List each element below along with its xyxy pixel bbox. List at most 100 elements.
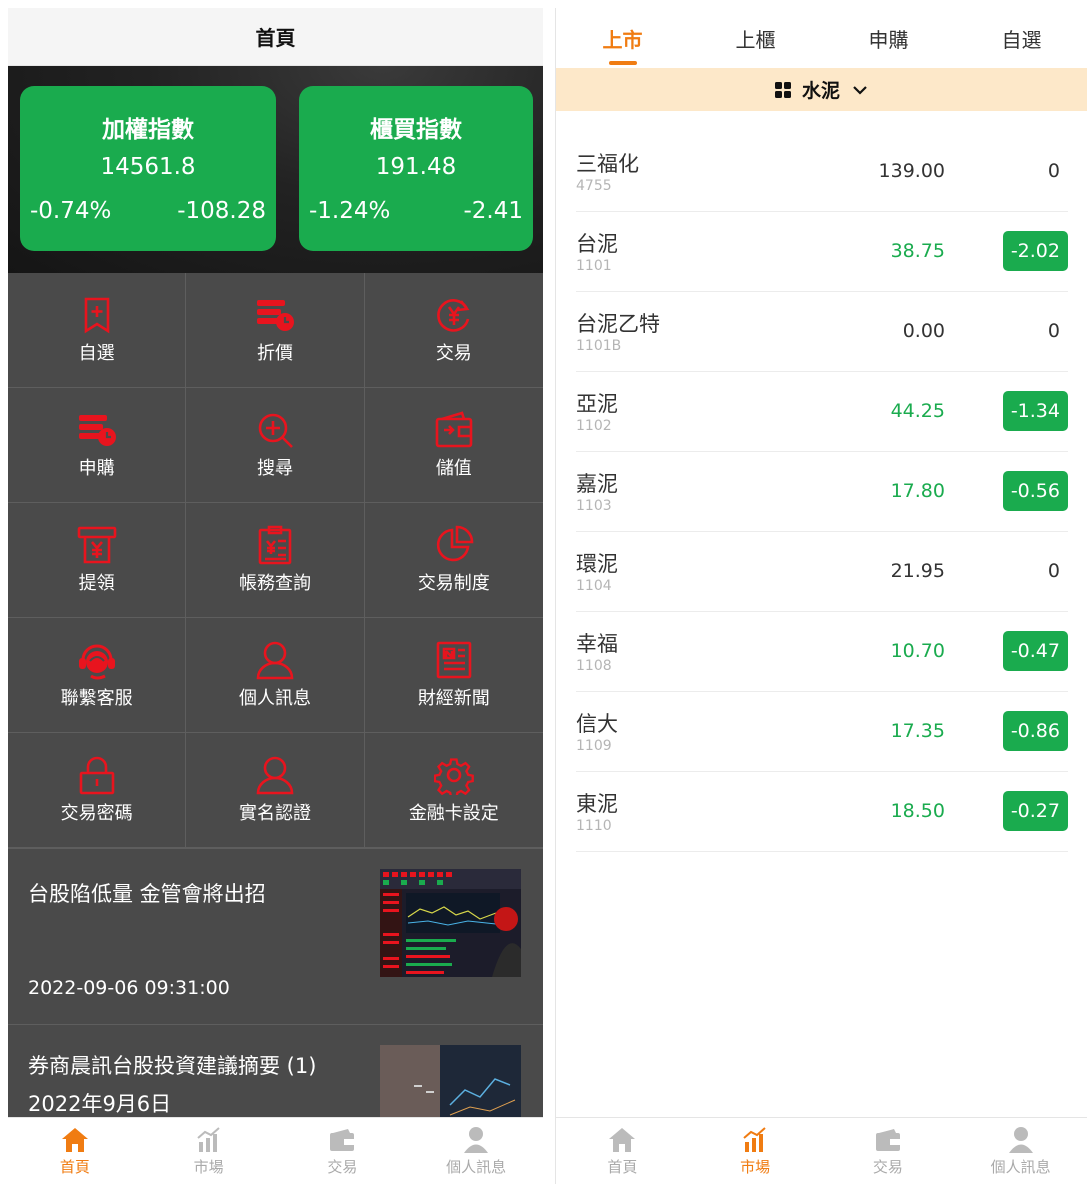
tab-profile[interactable]: 個人訊息 xyxy=(954,1118,1087,1184)
market-screen: 上市 上櫃 申購 自選 水泥 三福化 4755 139.00 0 台泥 1101 38.75… xyxy=(555,8,1087,1184)
wallet-icon xyxy=(875,1128,900,1151)
tab-market[interactable]: 市場 xyxy=(689,1118,822,1184)
stock-name: 台泥 xyxy=(576,232,618,256)
stock-name: 亞泥 xyxy=(576,392,618,416)
stock-row[interactable]: 幸福 1108 10.70 -0.47 xyxy=(576,612,1068,692)
stock-price: 18.50 xyxy=(890,800,945,822)
index-value: 14561.8 xyxy=(100,154,196,180)
stock-change-badge: -0.47 xyxy=(1002,631,1068,671)
news-thumbnail xyxy=(380,869,521,977)
menu-customer-service[interactable]: 聯繫客服 xyxy=(8,618,187,733)
stock-row[interactable]: 環泥 1104 21.95 0 xyxy=(576,532,1068,612)
menu-label: 搜尋 xyxy=(256,458,293,479)
stock-row[interactable]: 東泥 1110 18.50 -0.27 xyxy=(576,772,1068,852)
menu-label: 儲值 xyxy=(435,458,472,479)
menu-discount[interactable]: 折價 xyxy=(186,273,365,388)
index-change: -108.28 xyxy=(177,198,266,224)
menu-trading-rules[interactable]: 交易制度 xyxy=(364,503,543,618)
lock-icon xyxy=(79,756,114,795)
stock-change-badge: -0.56 xyxy=(1002,471,1068,511)
tab-home[interactable]: 首頁 xyxy=(8,1118,142,1184)
yen-refresh-icon xyxy=(436,299,470,332)
menu-real-name-verify[interactable]: 實名認證 xyxy=(186,733,365,848)
stock-row[interactable]: 台泥 1101 38.75 -2.02 xyxy=(576,212,1068,292)
index-name: 加權指數 xyxy=(102,117,194,143)
tab-label: 個人訊息 xyxy=(446,1157,507,1176)
menu-search[interactable]: 搜尋 xyxy=(186,388,365,503)
stock-row[interactable]: 嘉泥 1103 17.80 -0.56 xyxy=(576,452,1068,532)
function-grid: 自選 折價 交易 申購 搜尋 儲值 提領 帳務查詢 交易制度 聯繫客服 個人訊息… xyxy=(8,273,543,848)
home-screen: 首頁 加權指數 14561.8 -0.74% -108.28 櫃買指數 191.… xyxy=(8,8,543,1184)
tab-trade[interactable]: 交易 xyxy=(822,1118,955,1184)
statement-icon xyxy=(258,525,292,565)
stock-name: 幸福 xyxy=(576,632,618,656)
market-tabs: 上市 上櫃 申購 自選 xyxy=(556,8,1087,68)
menu-label: 交易 xyxy=(435,343,472,364)
news-item[interactable]: 券商晨訊台股投資建議摘要 (1) 2022年9月6日 xyxy=(8,1024,543,1125)
bottom-tabbar: 首頁 市場 交易 個人訊息 xyxy=(8,1117,543,1184)
menu-label: 個人訊息 xyxy=(238,688,311,709)
stock-code: 1104 xyxy=(576,578,612,594)
menu-withdraw[interactable]: 提領 xyxy=(8,503,187,618)
stock-price: 139.00 xyxy=(878,160,945,182)
index-card-taiex[interactable]: 加權指數 14561.8 -0.74% -108.28 xyxy=(20,86,276,251)
index-banner: 加權指數 14561.8 -0.74% -108.28 櫃買指數 191.48 … xyxy=(8,66,543,273)
stock-change-badge: -0.86 xyxy=(1002,711,1068,751)
subscribe-stack-icon xyxy=(78,415,116,446)
menu-trade[interactable]: 交易 xyxy=(364,273,543,388)
menu-finance-news[interactable]: 財經新聞 xyxy=(364,618,543,733)
menu-label: 交易制度 xyxy=(417,573,490,594)
tab-market[interactable]: 市場 xyxy=(142,1118,276,1184)
news-headline: 台股陷低量 金管會將出招 xyxy=(28,882,266,906)
menu-label: 帳務查詢 xyxy=(238,573,311,594)
menu-label: 申購 xyxy=(78,458,115,479)
tab-label: 市場 xyxy=(740,1157,771,1176)
menu-deposit[interactable]: 儲值 xyxy=(364,388,543,503)
menu-bank-card-settings[interactable]: 金融卡設定 xyxy=(364,733,543,848)
stock-change-badge: 0 xyxy=(1047,560,1060,582)
stock-change-badge: 0 xyxy=(1047,320,1060,342)
wallet-icon xyxy=(330,1128,355,1151)
stock-price: 44.25 xyxy=(890,400,945,422)
stock-row[interactable]: 台泥乙特 1101B 0.00 0 xyxy=(576,292,1068,372)
index-percent: -0.74% xyxy=(30,198,112,224)
tab-trade[interactable]: 交易 xyxy=(276,1118,410,1184)
menu-label: 聯繫客服 xyxy=(60,688,133,709)
menu-profile[interactable]: 個人訊息 xyxy=(186,618,365,733)
menu-subscribe[interactable]: 申購 xyxy=(8,388,187,503)
stock-code: 1110 xyxy=(576,818,612,834)
stock-code: 1101 xyxy=(576,258,612,274)
stock-code: 1109 xyxy=(576,738,612,754)
stock-name: 信大 xyxy=(576,712,618,736)
tab-profile[interactable]: 個人訊息 xyxy=(409,1118,543,1184)
news-item[interactable]: 台股陷低量 金管會將出招 2022-09-06 09:31:00 xyxy=(8,848,543,1024)
stock-row[interactable]: 三福化 4755 139.00 0 xyxy=(576,132,1068,212)
stock-row[interactable]: 信大 1109 17.35 -0.86 xyxy=(576,692,1068,772)
menu-statement[interactable]: 帳務查詢 xyxy=(186,503,365,618)
category-selector[interactable]: 水泥 xyxy=(556,68,1087,111)
stock-name: 東泥 xyxy=(576,792,618,816)
stock-row[interactable]: 亞泥 1102 44.25 -1.34 xyxy=(576,372,1068,452)
menu-watchlist[interactable]: 自選 xyxy=(8,273,187,388)
market-chart-icon xyxy=(743,1126,766,1152)
stock-code: 1101B xyxy=(576,338,622,354)
menu-label: 財經新聞 xyxy=(417,688,490,709)
tab-subscription[interactable]: 申購 xyxy=(822,8,955,68)
newspaper-icon xyxy=(436,641,472,679)
menu-trade-password[interactable]: 交易密碼 xyxy=(8,733,187,848)
bottom-tabbar: 首頁 市場 交易 個人訊息 xyxy=(556,1117,1087,1184)
stock-name: 嘉泥 xyxy=(576,472,618,496)
stock-code: 1103 xyxy=(576,498,612,514)
index-card-otc[interactable]: 櫃買指數 191.48 -1.24% -2.41 xyxy=(299,86,533,251)
stock-price: 38.75 xyxy=(890,240,945,262)
tab-label: 市場 xyxy=(193,1157,224,1176)
user-icon xyxy=(464,1126,489,1153)
tab-otc[interactable]: 上櫃 xyxy=(689,8,822,68)
stock-code: 4755 xyxy=(576,178,612,194)
menu-label: 交易密碼 xyxy=(60,803,133,824)
tab-home[interactable]: 首頁 xyxy=(556,1118,689,1184)
user-icon xyxy=(256,641,294,680)
tab-watchlist[interactable]: 自選 xyxy=(955,8,1087,68)
gear-icon xyxy=(433,758,474,795)
tab-listed[interactable]: 上市 xyxy=(556,8,689,68)
